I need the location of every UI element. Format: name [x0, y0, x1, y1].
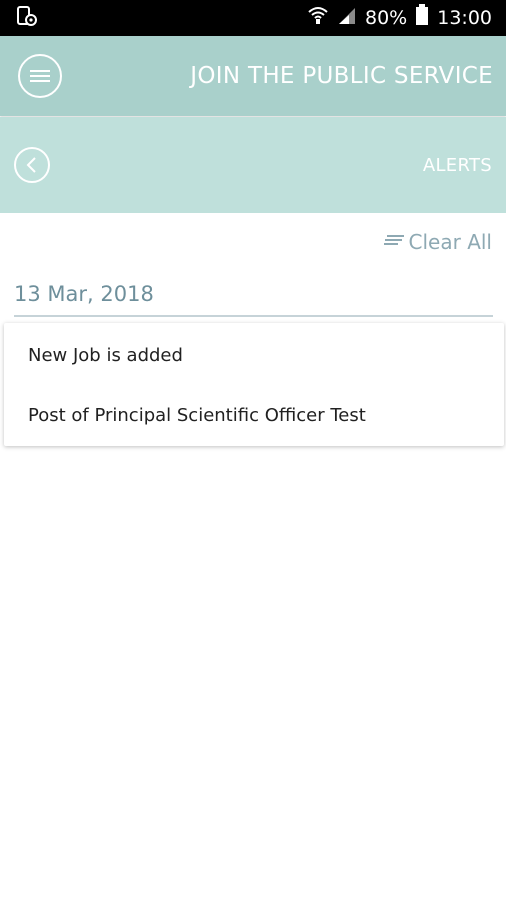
page-title: ALERTS — [422, 154, 492, 176]
alert-heading: New Job is added — [28, 345, 183, 366]
signal-icon — [337, 5, 357, 31]
hamburger-menu-icon[interactable] — [18, 54, 62, 98]
alert-detail: Post of Principal Scientific Officer Tes… — [28, 405, 366, 426]
chevron-left-icon[interactable] — [14, 147, 50, 183]
battery-percent: 80% — [365, 7, 408, 29]
alert-card[interactable]: New Job is added Post of Principal Scien… — [4, 323, 504, 446]
lines-icon — [383, 230, 405, 254]
status-left — [16, 5, 38, 32]
battery-icon — [415, 4, 429, 32]
clock: 13:00 — [437, 7, 492, 29]
status-right: 80% 13:00 — [307, 4, 492, 32]
clear-all-label: Clear All — [408, 230, 492, 254]
status-bar: 80% 13:00 — [0, 0, 506, 36]
alert-date: 13 Mar, 2018 — [14, 276, 493, 317]
wifi-icon — [307, 5, 329, 31]
sub-header: ALERTS — [0, 117, 506, 213]
phone-lock-icon — [16, 5, 38, 32]
app-title: JOIN THE PUBLIC SERVICE — [190, 63, 493, 89]
app-bar: JOIN THE PUBLIC SERVICE — [0, 36, 506, 116]
clear-all-button[interactable]: Clear All — [383, 228, 492, 256]
